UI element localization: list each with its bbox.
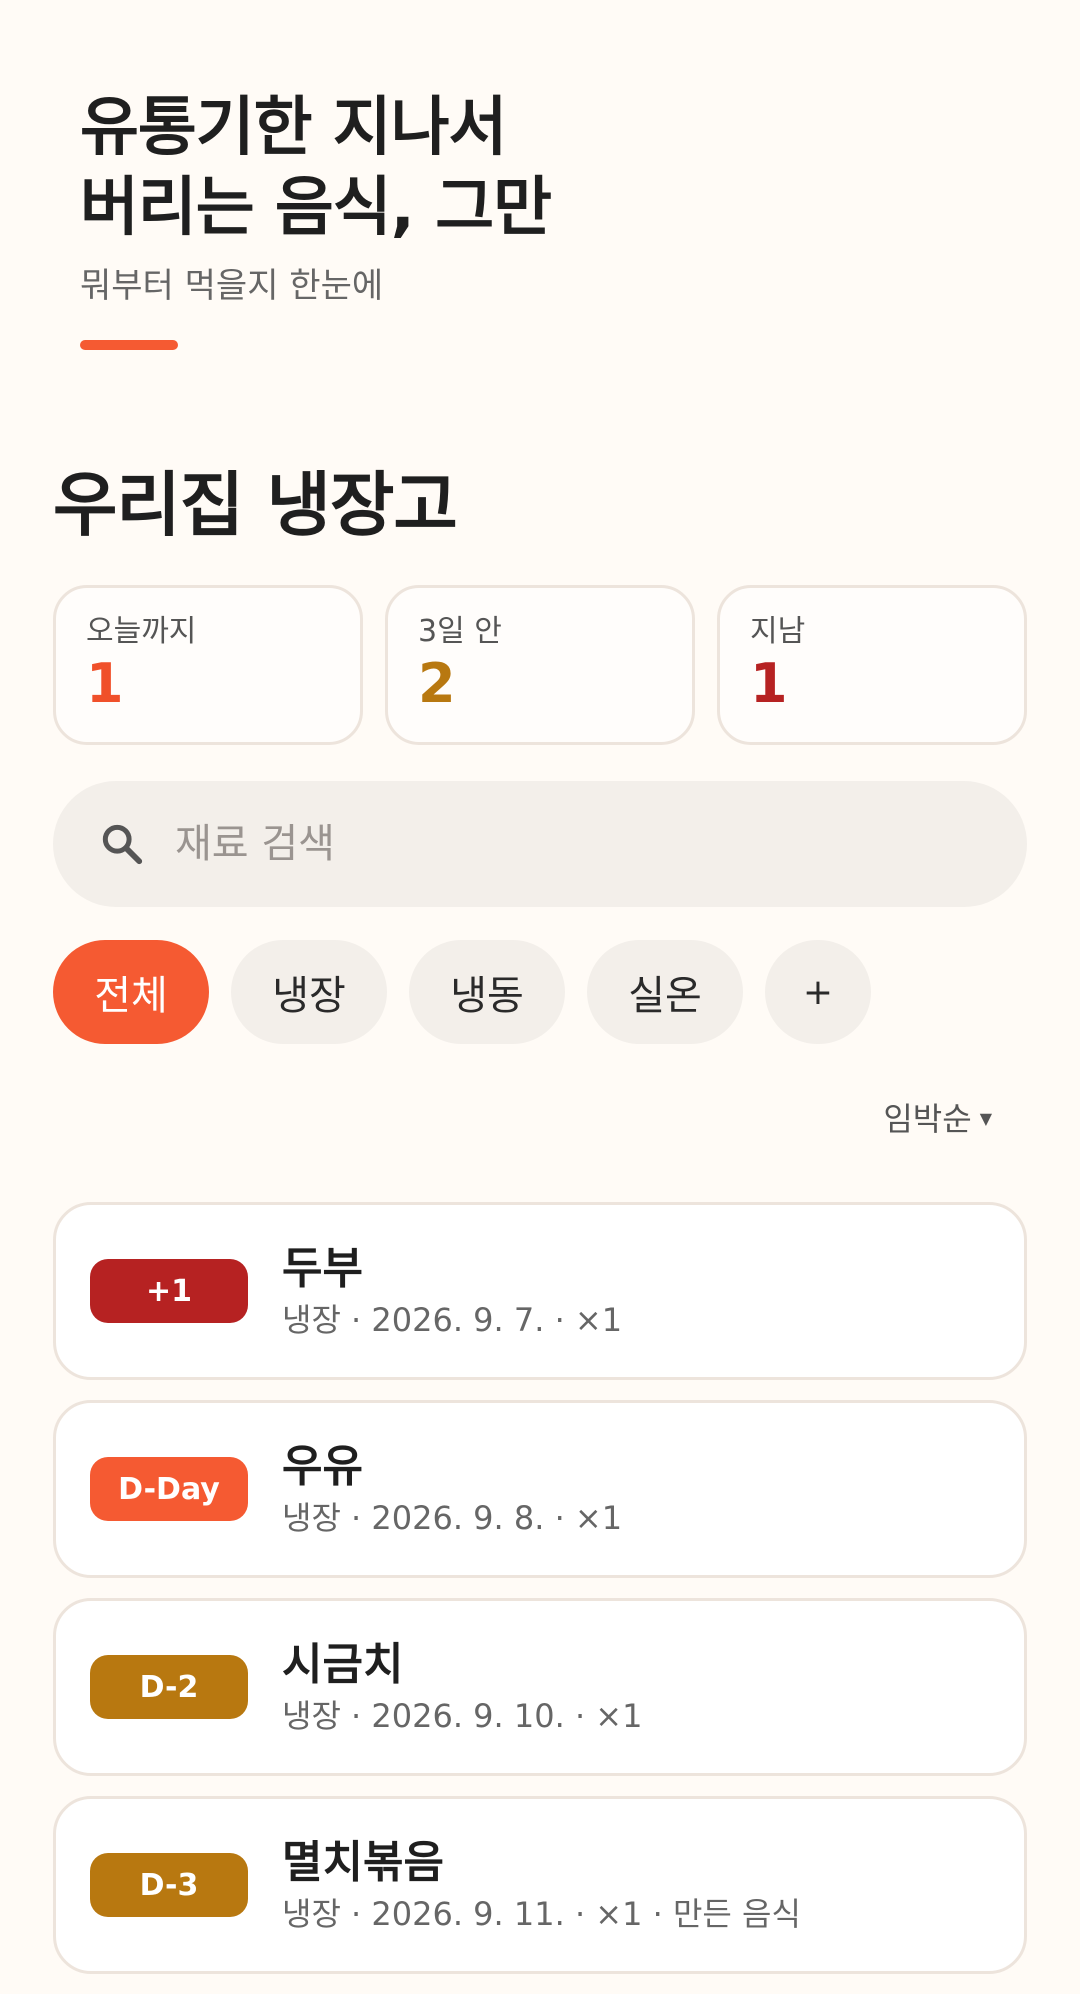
food-item-text: 두부 냉장 · 2026. 9. 7. · ×1 (282, 1242, 622, 1340)
hero-subtitle: 뭐부터 먹을지 한눈에 (80, 266, 384, 306)
filter-chip-room-temp[interactable]: 실온 (587, 940, 743, 1044)
stat-card-today[interactable]: 오늘까지 1 (53, 585, 363, 745)
filter-chip-fridge[interactable]: 냉장 (231, 940, 387, 1044)
search-icon (102, 824, 143, 865)
food-item-spinach[interactable]: D-2 시금치 냉장 · 2026. 9. 10. · ×1 (53, 1598, 1027, 1776)
hero: 유통기한 지나서 버리는 음식, 그만 뭐부터 먹을지 한눈에 (80, 88, 1000, 350)
food-item-milk[interactable]: D-Day 우유 냉장 · 2026. 9. 8. · ×1 (53, 1400, 1027, 1578)
fridge-title: 우리집 냉장고 (53, 464, 458, 546)
stat-label: 지남 (750, 614, 806, 649)
stat-value: 1 (86, 652, 124, 715)
hero-title: 유통기한 지나서 버리는 음식, 그만 (80, 88, 1000, 248)
search-input[interactable] (175, 781, 1027, 907)
hero-title-line-1: 유통기한 지나서 (80, 91, 507, 165)
food-item-text: 멸치볶음 냉장 · 2026. 9. 11. · ×1 · 만든 음식 (282, 1836, 801, 1934)
filter-chip-freezer[interactable]: 냉동 (409, 940, 565, 1044)
food-meta: 냉장 · 2026. 9. 11. · ×1 · 만든 음식 (282, 1895, 801, 1933)
food-name: 두부 (282, 1243, 363, 1294)
add-filter-button[interactable]: + (765, 940, 871, 1044)
stat-label: 3일 안 (418, 614, 502, 649)
food-list: +1 두부 냉장 · 2026. 9. 7. · ×1 D-Day 우유 냉장 … (53, 1202, 1027, 1994)
caret-down-icon: ▼ (979, 1109, 992, 1128)
food-item-anchovy[interactable]: D-3 멸치볶음 냉장 · 2026. 9. 11. · ×1 · 만든 음식 (53, 1796, 1027, 1974)
food-name: 시금치 (282, 1639, 404, 1690)
dday-badge: D-Day (90, 1457, 248, 1521)
dday-badge: D-3 (90, 1853, 248, 1917)
stat-card-expired[interactable]: 지남 1 (717, 585, 1027, 745)
stats-row: 오늘까지 1 3일 안 2 지남 1 (53, 585, 1027, 745)
search-bar[interactable] (53, 781, 1027, 907)
dday-badge: +1 (90, 1259, 248, 1323)
hero-title-line-2: 버리는 음식, 그만 (80, 171, 552, 245)
sort-label: 임박순 (883, 1100, 972, 1138)
food-meta: 냉장 · 2026. 9. 10. · ×1 (282, 1697, 643, 1735)
filter-chip-all[interactable]: 전체 (53, 940, 209, 1044)
food-meta: 냉장 · 2026. 9. 7. · ×1 (282, 1301, 623, 1339)
dday-badge: D-2 (90, 1655, 248, 1719)
food-name: 우유 (282, 1441, 363, 1492)
food-meta: 냉장 · 2026. 9. 8. · ×1 (282, 1499, 623, 1537)
food-item-text: 시금치 냉장 · 2026. 9. 10. · ×1 (282, 1638, 642, 1736)
filter-chips: 전체 냉장 냉동 실온 + (53, 940, 871, 1044)
stat-value: 1 (750, 652, 788, 715)
hero-accent-bar (80, 340, 178, 350)
food-name: 멸치볶음 (282, 1837, 444, 1888)
food-item-text: 우유 냉장 · 2026. 9. 8. · ×1 (282, 1440, 622, 1538)
stat-label: 오늘까지 (86, 614, 197, 649)
food-item-tofu[interactable]: +1 두부 냉장 · 2026. 9. 7. · ×1 (53, 1202, 1027, 1380)
stat-value: 2 (418, 652, 456, 715)
sort-dropdown[interactable]: 임박순 ▼ (883, 1097, 992, 1141)
stat-card-within-3-days[interactable]: 3일 안 2 (385, 585, 695, 745)
